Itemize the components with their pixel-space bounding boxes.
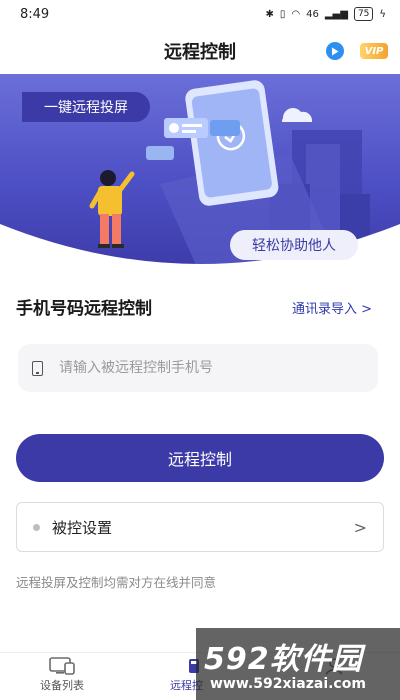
tab-label-device-list: 设备列表 <box>40 679 84 692</box>
controlled-settings-row[interactable]: 被控设置 > <box>16 502 384 552</box>
phone-icon <box>32 360 43 376</box>
bullet-dot-icon <box>33 523 40 531</box>
phone-number-field[interactable] <box>18 344 378 392</box>
promo-banner[interactable]: 一键远程投屏 轻松协助他人 <box>0 74 400 274</box>
battery-icon: 75 <box>353 7 374 21</box>
charging-icon: ϟ <box>379 8 386 20</box>
status-bar: 8:49 ✱ ▯ ◠ 46 ▂▄▆ 75 ϟ <box>0 0 400 28</box>
chevron-right-icon: > <box>353 517 367 537</box>
phone-number-input[interactable] <box>59 360 349 376</box>
watermark: 592软件园 www.592xiazai.com <box>196 628 400 700</box>
signal-icon: ▂▄▆ <box>324 8 348 20</box>
tab-device-list[interactable]: 设备列表 <box>40 657 84 693</box>
vip-button[interactable]: VIP <box>360 43 388 59</box>
banner-pill: 轻松协助他人 <box>230 230 358 260</box>
contacts-import-link[interactable]: 通讯录导入 > <box>292 298 372 317</box>
page-title: 远程控制 <box>164 42 236 63</box>
watermark-brand: 592软件园 <box>204 642 363 677</box>
status-icons: ✱ ▯ ◠ 46 ▂▄▆ 75 ϟ <box>265 7 386 21</box>
remote-control-button[interactable]: 远程控制 <box>16 434 384 482</box>
section-title: 手机号码远程控制 <box>16 299 152 319</box>
vibrate-icon: ▯ <box>279 8 286 20</box>
banner-tag: 一键远程投屏 <box>22 92 150 122</box>
notice-text: 远程投屏及控制均需对方在线并同意 <box>16 575 217 590</box>
network-label: 46 <box>306 8 319 20</box>
monitor-phone-icon <box>49 657 75 675</box>
nav-bar: 远程控制 VIP <box>0 28 400 74</box>
settings-label: 被控设置 <box>52 518 113 537</box>
bluetooth-icon: ✱ <box>265 8 274 20</box>
watermark-url: www.592xiazai.com <box>210 676 366 692</box>
play-icon <box>332 47 339 55</box>
status-time: 8:49 <box>20 6 50 22</box>
play-tutorial-button[interactable] <box>326 42 344 60</box>
wifi-icon: ◠ <box>291 8 301 20</box>
